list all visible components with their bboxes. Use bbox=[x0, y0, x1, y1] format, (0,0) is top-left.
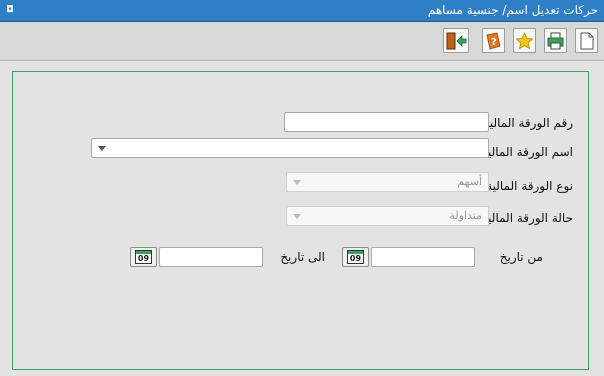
from-date-label: من تاريخ bbox=[499, 250, 543, 264]
calendar-icon: 09 bbox=[347, 250, 364, 264]
toolbar: ? bbox=[0, 22, 604, 61]
svg-text:?: ? bbox=[491, 37, 497, 48]
document-icon bbox=[580, 32, 594, 50]
calendar-icon: 09 bbox=[135, 250, 152, 264]
security-status-value: متداولة bbox=[449, 209, 482, 222]
chevron-down-icon[interactable] bbox=[287, 173, 305, 191]
content-area: رقم الورقة المالية اسم الورقة المالية نو… bbox=[0, 61, 604, 376]
security-type-value: أسهم bbox=[457, 175, 482, 188]
chevron-down-icon[interactable] bbox=[92, 139, 110, 157]
window-title: حركات تعديل اسم/ جنسية مساهم bbox=[427, 3, 598, 17]
security-type-label: نوع الورقة المالية bbox=[486, 179, 573, 193]
printer-icon bbox=[547, 32, 564, 50]
to-date-label: الى تاريخ bbox=[280, 250, 325, 264]
help-button[interactable]: ? bbox=[482, 28, 505, 53]
new-document-button[interactable] bbox=[575, 28, 598, 53]
from-date-calendar-button[interactable]: 09 bbox=[342, 247, 369, 267]
to-date-input[interactable] bbox=[159, 247, 263, 267]
exit-door-icon bbox=[446, 32, 467, 50]
title-bar: ◘ حركات تعديل اسم/ جنسية مساهم bbox=[0, 0, 604, 22]
security-type-select[interactable]: أسهم bbox=[286, 172, 489, 192]
security-name-select[interactable] bbox=[91, 138, 489, 158]
star-icon bbox=[516, 32, 533, 50]
to-date-calendar-button[interactable]: 09 bbox=[130, 247, 157, 267]
favorite-button[interactable] bbox=[513, 28, 536, 53]
app-icon: ◘ bbox=[7, 5, 13, 15]
from-date-input[interactable] bbox=[371, 247, 475, 267]
form-panel: رقم الورقة المالية اسم الورقة المالية نو… bbox=[12, 71, 589, 370]
help-icon: ? bbox=[486, 32, 501, 50]
security-status-label: حالة الورقة المالية bbox=[481, 211, 573, 225]
security-number-input[interactable] bbox=[284, 112, 489, 132]
security-number-label: رقم الورقة المالية bbox=[483, 116, 573, 130]
security-status-select[interactable]: متداولة bbox=[286, 206, 489, 226]
exit-button[interactable] bbox=[443, 28, 469, 53]
security-name-label: اسم الورقة المالية bbox=[481, 145, 573, 159]
chevron-down-icon[interactable] bbox=[287, 207, 305, 225]
print-button[interactable] bbox=[544, 28, 567, 53]
